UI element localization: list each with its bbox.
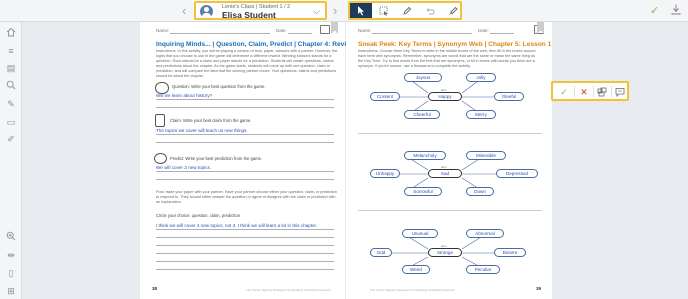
printer-icon[interactable]	[320, 25, 330, 34]
synonym-box[interactable]: Depressed	[496, 169, 538, 178]
claim-label: Claim: Write your best claim from the ga…	[170, 118, 252, 123]
right-worksheet-page: Name: Date: Sneak Peek: Key Terms | Syno…	[346, 22, 552, 299]
tag-icon[interactable]: ✐	[5, 133, 17, 145]
top-toolbar: ‹ Lenie's Class | Student 1 / 2 Elisa St…	[0, 0, 688, 22]
synonym-box[interactable]: Miserable	[466, 151, 506, 160]
synonym-box[interactable]: Content	[370, 92, 400, 101]
page-footer: The Tucker Signing Strategies for Readin…	[246, 288, 331, 292]
grading-panel: ✓ ✕	[551, 81, 629, 101]
instructions: Instructions: In this activity, you will…	[156, 49, 338, 78]
check-icon[interactable]: ✓	[556, 85, 572, 99]
student-selector[interactable]: Lenie's Class | Student 1 / 2 Elisa Stud…	[194, 1, 327, 20]
page-number: 39	[536, 286, 542, 291]
grid-view-icon[interactable]: ⊞	[5, 285, 17, 297]
synonym-box[interactable]: Sorrowful	[404, 187, 442, 196]
page-title: Inquiring Minds... | Question, Claim, Pr…	[156, 41, 355, 48]
synonym-box[interactable]: Unhappy	[370, 169, 400, 178]
synonym-box[interactable]: Odd	[370, 248, 392, 257]
post-instructions: Post: trade your paper with your partner…	[156, 190, 337, 204]
synonym-box[interactable]: Weird	[402, 265, 430, 274]
synonym-box[interactable]: Gleeful	[494, 92, 524, 101]
claim-answer[interactable]: The topics we cover will teach us new th…	[156, 128, 248, 133]
search-icon[interactable]	[5, 80, 17, 92]
synonym-web-lines	[390, 77, 498, 271]
comment-icon[interactable]	[612, 85, 628, 99]
synonym-box[interactable]: Melancholy	[404, 151, 446, 160]
left-worksheet-page: Name: Date: Inquiring Minds... | Questio…	[140, 22, 355, 299]
pointer-icon[interactable]	[350, 3, 372, 18]
avatar	[200, 5, 213, 18]
key-term-box[interactable]: Happy	[428, 92, 462, 101]
student-name: Elisa Student	[222, 10, 276, 20]
predict-answer[interactable]: We will cover 3 new topics.	[156, 165, 211, 170]
circle-choice-label: Circle your choice: question, claim, pre…	[156, 213, 241, 218]
download-icon[interactable]	[671, 4, 681, 18]
zoom-in-icon[interactable]	[5, 231, 17, 243]
home-icon[interactable]	[5, 27, 17, 39]
check-icon[interactable]: ✓	[650, 4, 659, 17]
name-label: Name:	[156, 28, 170, 33]
previous-student-icon[interactable]: ‹	[182, 4, 186, 17]
notes-icon[interactable]: ▤	[5, 62, 17, 74]
annotation-toolbox	[348, 1, 462, 20]
left-sidebar: ≡ ▤ ✎ ▭ ✐ ⇹ ▯ ⊞	[0, 22, 22, 299]
document-icon	[155, 114, 165, 127]
synonym-box[interactable]: Unusual	[402, 229, 438, 238]
selection-icon[interactable]	[373, 3, 395, 18]
question-label: Question: Write your best question from …	[172, 84, 266, 89]
next-student-icon[interactable]: ›	[333, 4, 337, 17]
date-label: Date:	[276, 28, 287, 33]
synonym-box[interactable]: Merry	[466, 110, 496, 119]
synonym-box[interactable]: Cheerful	[404, 110, 440, 119]
key-term-box[interactable]: Strange	[428, 248, 462, 257]
highlighter-icon[interactable]	[442, 3, 464, 18]
scissors-icon	[154, 153, 167, 164]
chevron-down-icon[interactable]: ⌵	[313, 6, 320, 17]
x-icon[interactable]: ✕	[576, 85, 592, 99]
score-icon[interactable]	[594, 85, 610, 99]
synonym-box[interactable]: Abnormal	[466, 229, 504, 238]
page-icon[interactable]: ▯	[5, 267, 17, 279]
synonym-box[interactable]: Jolly	[466, 73, 496, 82]
question-answer[interactable]: Will we learn about history?	[156, 93, 212, 98]
synonym-box[interactable]: Bizarre	[494, 248, 526, 257]
synonym-box[interactable]: Joyous	[404, 73, 442, 82]
synonym-box[interactable]: Down	[466, 187, 494, 196]
page-number: 38	[152, 286, 158, 291]
comment-icon[interactable]: ▭	[5, 116, 17, 128]
final-answer[interactable]: I think we will cover 4 new topics, not …	[156, 223, 317, 228]
page-footer: The Tucker Signing Strategies for Readin…	[370, 288, 455, 292]
synonym-box[interactable]: Peculiar	[466, 265, 500, 274]
pen-icon[interactable]	[396, 3, 418, 18]
predict-label: Predict: Write your best prediction from…	[170, 156, 263, 161]
undo-icon[interactable]	[419, 3, 441, 18]
pencil-icon[interactable]: ✎	[5, 98, 17, 110]
fit-width-icon[interactable]: ⇹	[5, 249, 17, 261]
key-term-box[interactable]: Sad	[428, 169, 462, 178]
list-icon[interactable]: ≡	[5, 45, 17, 57]
